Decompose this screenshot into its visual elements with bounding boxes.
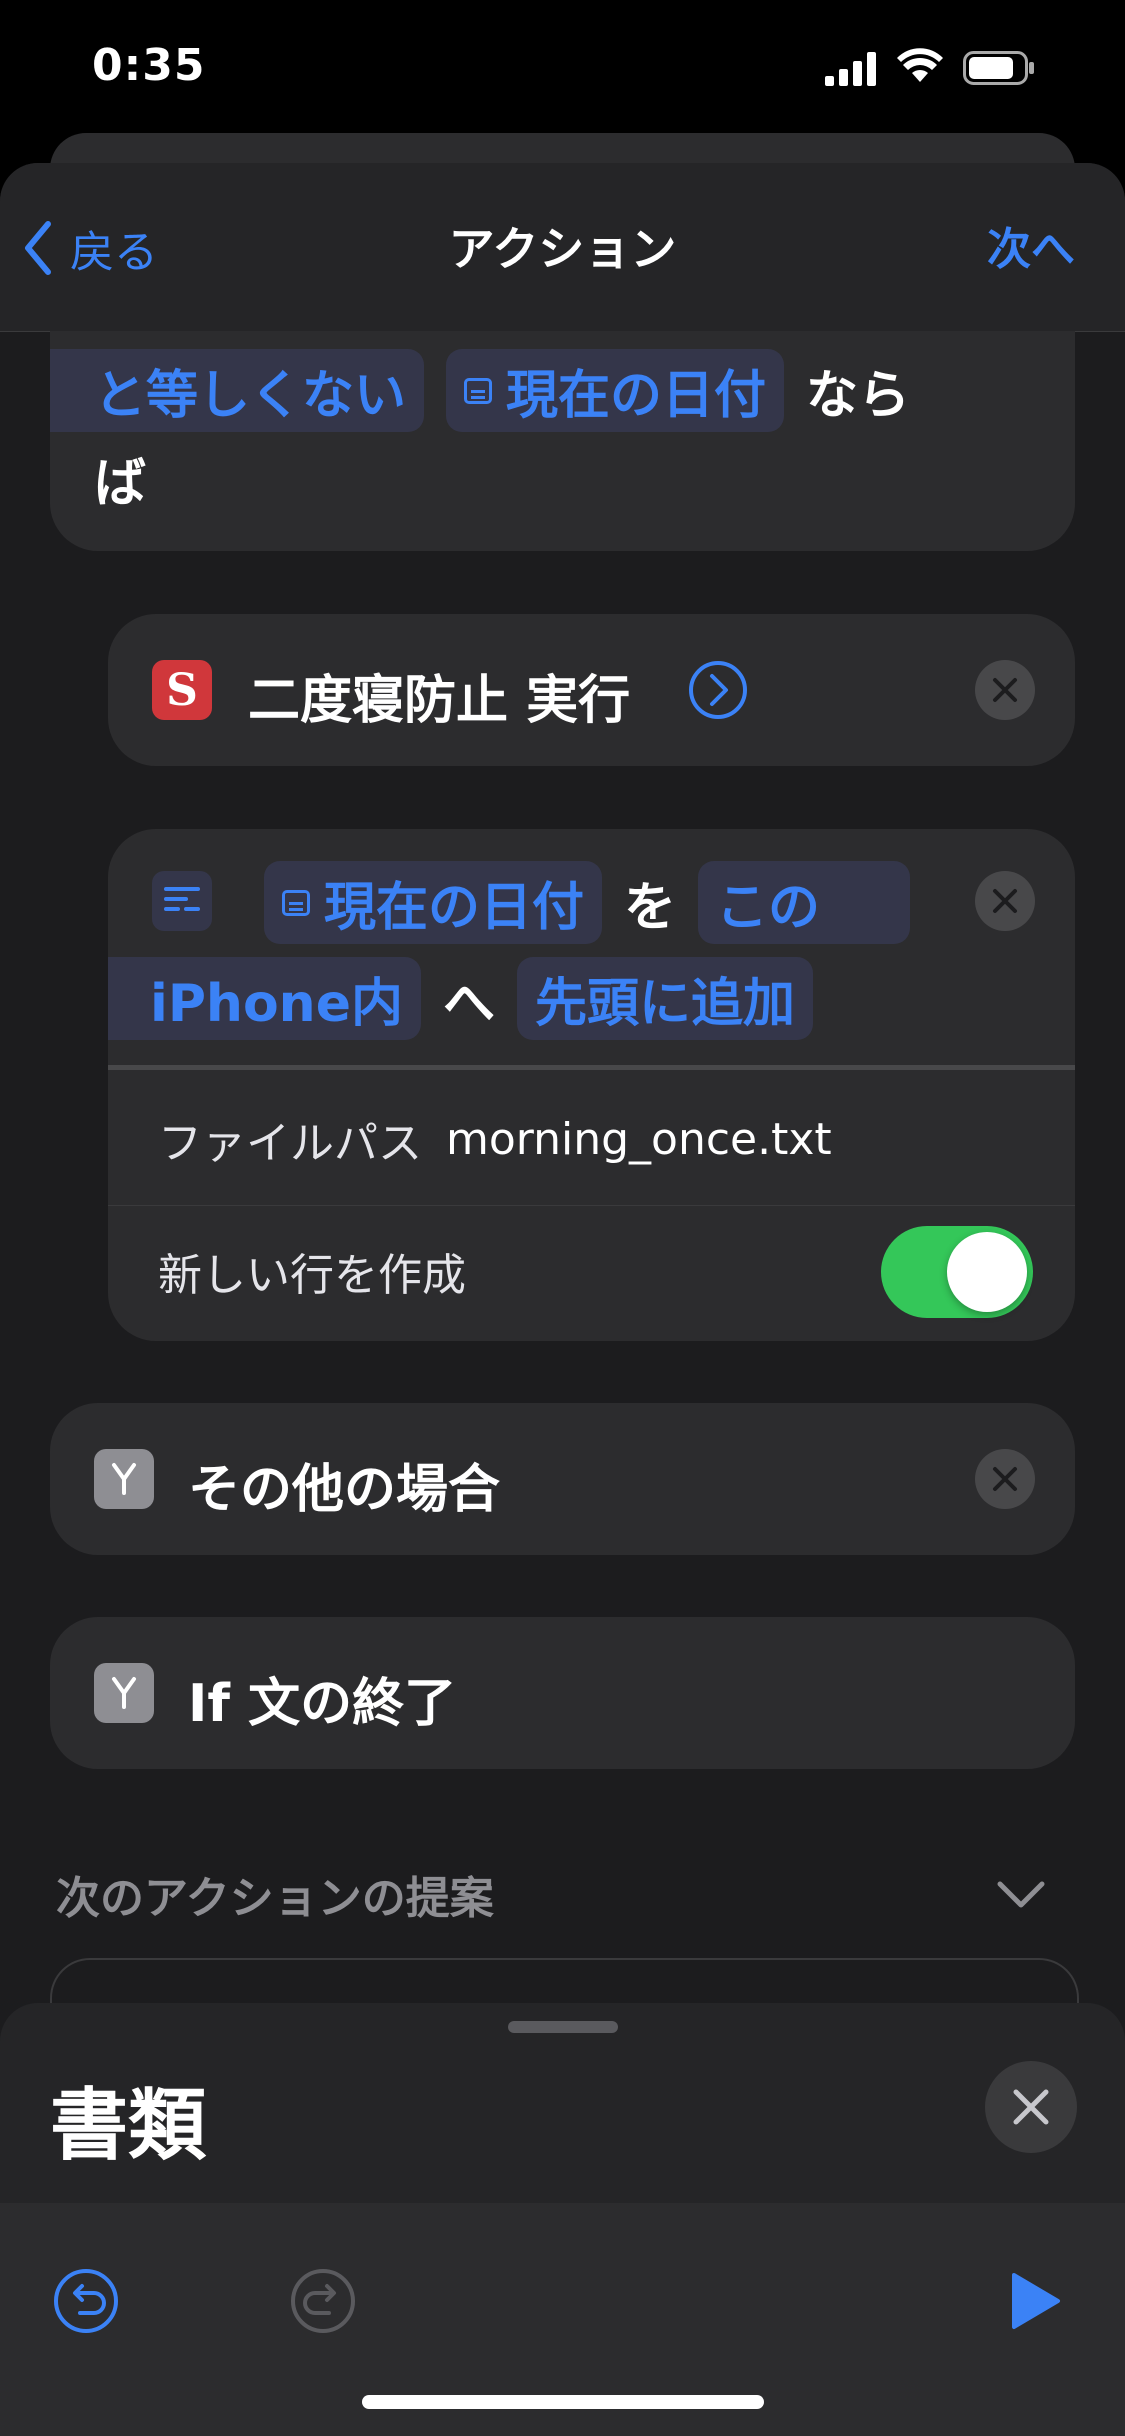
newline-toggle[interactable]: [881, 1226, 1033, 1318]
condition-token[interactable]: と等しくない: [50, 349, 425, 432]
status-time: 0:35: [92, 40, 206, 91]
page-title: アクション: [448, 222, 677, 276]
fork-icon: [112, 1677, 136, 1709]
shortcuts-app-icon: S: [152, 660, 212, 720]
filepath-value[interactable]: morning_once.txt: [446, 1114, 832, 1165]
append-word-he: へ: [442, 974, 495, 1034]
toggle-knob: [947, 1232, 1027, 1312]
otherwise-label: その他の場合: [188, 1460, 501, 1520]
text-lines-icon: [164, 887, 200, 911]
location-token[interactable]: この: [698, 861, 911, 944]
battery-icon: [963, 51, 1034, 85]
close-icon: [993, 1467, 1017, 1491]
date-token-label: 現在の日付: [506, 366, 767, 426]
date-token[interactable]: 現在の日付: [446, 349, 785, 432]
filepath-label: ファイルパス: [158, 1118, 422, 1169]
append-file-card[interactable]: 現在の日付 を この iPhone内 へ 先頭に追加 ファイルパス mornin…: [108, 829, 1075, 1341]
date-token[interactable]: 現在の日付: [264, 861, 603, 944]
remove-action-button[interactable]: [975, 1449, 1035, 1509]
home-indicator[interactable]: [362, 2395, 764, 2409]
cellular-signal-icon: [825, 52, 876, 86]
close-panel-button[interactable]: [985, 2061, 1077, 2153]
calendar-icon: [464, 377, 493, 404]
divider: [108, 1065, 1075, 1070]
location-token-label-2: iPhone内: [150, 974, 403, 1034]
sheet-grabber[interactable]: [508, 2021, 618, 2033]
panel-title: 書類: [50, 2081, 207, 2171]
append-word-wo: を: [624, 878, 677, 938]
if-action-card[interactable]: と等しくない 現在の日付 なら ば: [50, 331, 1075, 551]
remove-action-button[interactable]: [975, 660, 1035, 720]
append-line-1: 現在の日付 を この: [264, 861, 911, 944]
status-icons: [825, 0, 1125, 135]
redo-icon[interactable]: [289, 2267, 357, 2335]
date-token-label: 現在の日付: [324, 878, 585, 938]
filepath-row[interactable]: ファイルパス morning_once.txt: [158, 1107, 832, 1171]
close-icon: [993, 678, 1017, 702]
branch-icon: [94, 1449, 154, 1509]
if-suffix-2: ば: [94, 454, 147, 514]
run-shortcut-card[interactable]: S 二度寝防止 実行: [108, 614, 1075, 766]
close-icon: [993, 889, 1017, 913]
end-if-card[interactable]: If 文の終了: [50, 1617, 1075, 1769]
status-bar: 0:35: [0, 0, 1125, 135]
remove-action-button[interactable]: [975, 871, 1035, 931]
newline-label: 新しい行を作成: [158, 1250, 466, 1301]
location-token-label: この: [716, 878, 821, 938]
if-suffix-1: なら: [806, 366, 911, 426]
fork-icon: [112, 1463, 136, 1495]
location-token-cont[interactable]: iPhone内: [108, 957, 421, 1040]
document-text-icon: [152, 871, 212, 931]
navigation-bar: 戻る アクション 次へ: [0, 163, 1125, 332]
otherwise-card[interactable]: その他の場合: [50, 1403, 1075, 1555]
chevron-circle-right-icon[interactable]: [688, 660, 748, 720]
suggestions-header: 次のアクションの提案: [56, 1873, 494, 1924]
append-line-2: iPhone内 へ 先頭に追加: [108, 957, 813, 1040]
condition-token-label: と等しくない: [94, 366, 407, 426]
chevron-down-icon[interactable]: [996, 1880, 1046, 1910]
end-if-label: If 文の終了: [188, 1674, 457, 1734]
calendar-icon: [282, 889, 310, 916]
app-icon-letter: S: [166, 664, 198, 716]
wifi-icon: [897, 48, 943, 82]
divider: [108, 1205, 1075, 1206]
undo-icon[interactable]: [52, 2267, 120, 2335]
mode-token[interactable]: 先頭に追加: [516, 957, 813, 1040]
next-button[interactable]: 次へ: [987, 213, 1075, 277]
mode-token-label: 先頭に追加: [534, 974, 795, 1034]
if-condition-line: と等しくない 現在の日付 なら: [50, 349, 910, 432]
branch-icon: [94, 1663, 154, 1723]
close-icon: [1013, 2089, 1049, 2125]
bottom-panel: 書類: [0, 2003, 1125, 2436]
run-shortcut-label: 二度寝防止 実行: [248, 671, 631, 731]
play-icon[interactable]: [1010, 2271, 1062, 2331]
